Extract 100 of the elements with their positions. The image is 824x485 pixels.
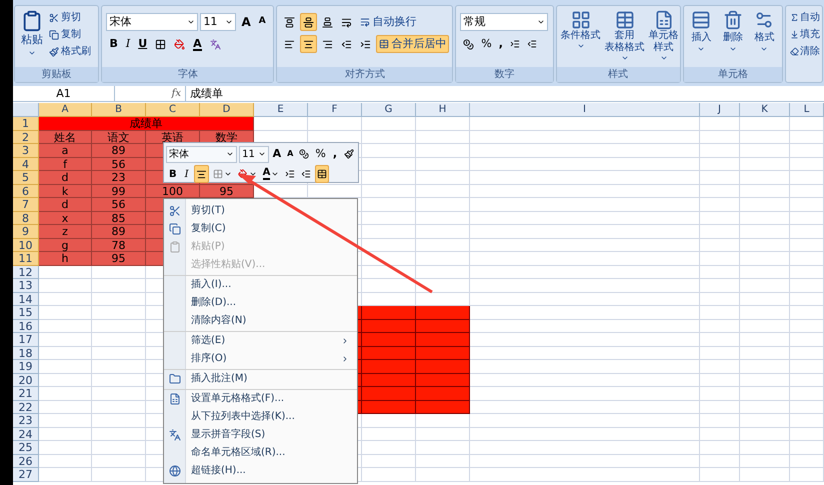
function-label[interactable]: fx: [115, 86, 185, 101]
shrink-font-button[interactable]: A: [285, 145, 296, 163]
menu-item[interactable]: 清除内容(N): [164, 311, 357, 329]
menu-item[interactable]: 排序(O): [164, 349, 357, 367]
cells-button[interactable]: 删除: [719, 10, 747, 67]
font-name-field[interactable]: 宋体: [106, 13, 198, 31]
menu-item[interactable]: 超链接(H)...: [164, 461, 357, 479]
row-header[interactable]: 22: [13, 400, 39, 414]
shrink-font-button[interactable]: A: [256, 13, 269, 31]
row-header[interactable]: 7: [13, 198, 39, 212]
style-button[interactable]: 条件格式: [560, 10, 601, 67]
grow-font-button[interactable]: A: [270, 145, 284, 163]
column-header[interactable]: H: [416, 103, 470, 117]
vertical-align-button[interactable]: [300, 13, 318, 31]
style-button[interactable]: 套用 表格格式: [604, 10, 645, 67]
percent-button[interactable]: %: [478, 35, 495, 53]
row-header[interactable]: 6: [13, 184, 39, 198]
menu-item[interactable]: 设置单元格格式(F)...: [164, 389, 357, 407]
menu-item[interactable]: 复制(C): [164, 219, 357, 237]
table-cell: [362, 468, 416, 482]
table-cell: f: [39, 158, 92, 171]
row-header[interactable]: 19: [13, 360, 39, 374]
row-header[interactable]: 3: [13, 144, 39, 158]
font-size-field[interactable]: 11: [200, 13, 236, 31]
column-header[interactable]: C: [146, 103, 200, 117]
column-header[interactable]: I: [470, 103, 700, 117]
percent-button[interactable]: %: [313, 145, 328, 163]
editing-button[interactable]: 清除: [790, 44, 820, 59]
row-header[interactable]: 12: [13, 266, 39, 279]
comma-button[interactable]: ,: [330, 145, 340, 163]
style-button[interactable]: 单元格 样式: [648, 10, 679, 67]
menu-item[interactable]: 插入批注(M): [164, 369, 357, 387]
table-cell: 95: [92, 252, 146, 266]
underline-button[interactable]: U: [135, 35, 150, 53]
row-header[interactable]: 2: [13, 130, 39, 144]
row-header[interactable]: 20: [13, 374, 39, 387]
wrap-text-button[interactable]: 自动换行: [357, 13, 420, 31]
filled-cell: [362, 387, 416, 400]
editing-button[interactable]: 自动: [790, 10, 820, 25]
row-header[interactable]: 11: [13, 252, 39, 266]
bold-button[interactable]: B: [106, 35, 121, 53]
number-format-field[interactable]: 常规: [460, 13, 548, 31]
italic-button[interactable]: I: [122, 35, 134, 53]
column-header[interactable]: D: [200, 103, 254, 117]
cells-button[interactable]: 插入: [688, 10, 716, 67]
row-header[interactable]: 1: [13, 117, 39, 130]
table-cell: [362, 158, 416, 171]
cells-button[interactable]: 格式: [750, 10, 778, 67]
editing-button[interactable]: 填充: [790, 27, 820, 42]
row-header[interactable]: 14: [13, 292, 39, 306]
column-header[interactable]: A: [39, 103, 92, 117]
row-header[interactable]: 25: [13, 441, 39, 454]
merge-center-button[interactable]: 合并后居中: [376, 35, 450, 53]
row-header[interactable]: 9: [13, 225, 39, 238]
column-header[interactable]: F: [308, 103, 362, 117]
row-header[interactable]: 18: [13, 346, 39, 360]
column-header[interactable]: J: [700, 103, 740, 117]
row-header[interactable]: 13: [13, 279, 39, 292]
menu-item[interactable]: 删除(D)...: [164, 293, 357, 311]
column-header[interactable]: E: [254, 103, 308, 117]
row-header[interactable]: 21: [13, 387, 39, 400]
bold-button[interactable]: B: [166, 165, 180, 183]
table-cell: [790, 306, 824, 320]
row-header[interactable]: 23: [13, 414, 39, 428]
row-header[interactable]: 27: [13, 468, 39, 482]
menu-item[interactable]: 从下拉列表中选择(K)...: [164, 407, 357, 425]
row-header[interactable]: 4: [13, 158, 39, 171]
menu-item[interactable]: 剪切(T): [164, 201, 357, 219]
column-header[interactable]: L: [790, 103, 824, 117]
horizontal-align-button[interactable]: [300, 35, 318, 53]
font-size-field[interactable]: 11: [239, 146, 269, 162]
column-header[interactable]: G: [362, 103, 416, 117]
column-header[interactable]: B: [92, 103, 146, 117]
column-header[interactable]: K: [740, 103, 790, 117]
row-header[interactable]: 16: [13, 320, 39, 333]
row-header[interactable]: 10: [13, 238, 39, 252]
clipboard-action[interactable]: 复制: [49, 27, 91, 42]
menu-item[interactable]: 显示拼音字段(S): [164, 425, 357, 443]
grow-font-button[interactable]: A: [238, 13, 254, 31]
menu-item[interactable]: 命名单元格区域(R)...: [164, 443, 357, 461]
paste-button[interactable]: 粘贴: [19, 10, 45, 67]
row-header[interactable]: 17: [13, 333, 39, 346]
formula-field[interactable]: 成绩单: [185, 86, 824, 101]
font-name-field[interactable]: 宋体: [166, 146, 238, 162]
clipboard-action[interactable]: 格式刷: [49, 44, 91, 59]
comma-button[interactable]: ,: [496, 35, 506, 53]
merge-button[interactable]: [315, 165, 330, 183]
row-header[interactable]: 26: [13, 454, 39, 468]
row-header[interactable]: 8: [13, 212, 39, 225]
italic-button[interactable]: I: [182, 165, 192, 183]
font-color-button[interactable]: A: [190, 35, 205, 53]
row-header[interactable]: 24: [13, 428, 39, 441]
menu-item[interactable]: 插入(I)...: [164, 275, 357, 293]
center-button[interactable]: [194, 165, 209, 183]
name-box[interactable]: A1: [13, 86, 115, 101]
row-header[interactable]: 5: [13, 171, 39, 184]
clipboard-action[interactable]: 剪切: [49, 10, 91, 25]
row-header[interactable]: 15: [13, 306, 39, 320]
menu-item[interactable]: 筛选(E): [164, 331, 357, 349]
font-color-button[interactable]: A: [260, 165, 282, 183]
